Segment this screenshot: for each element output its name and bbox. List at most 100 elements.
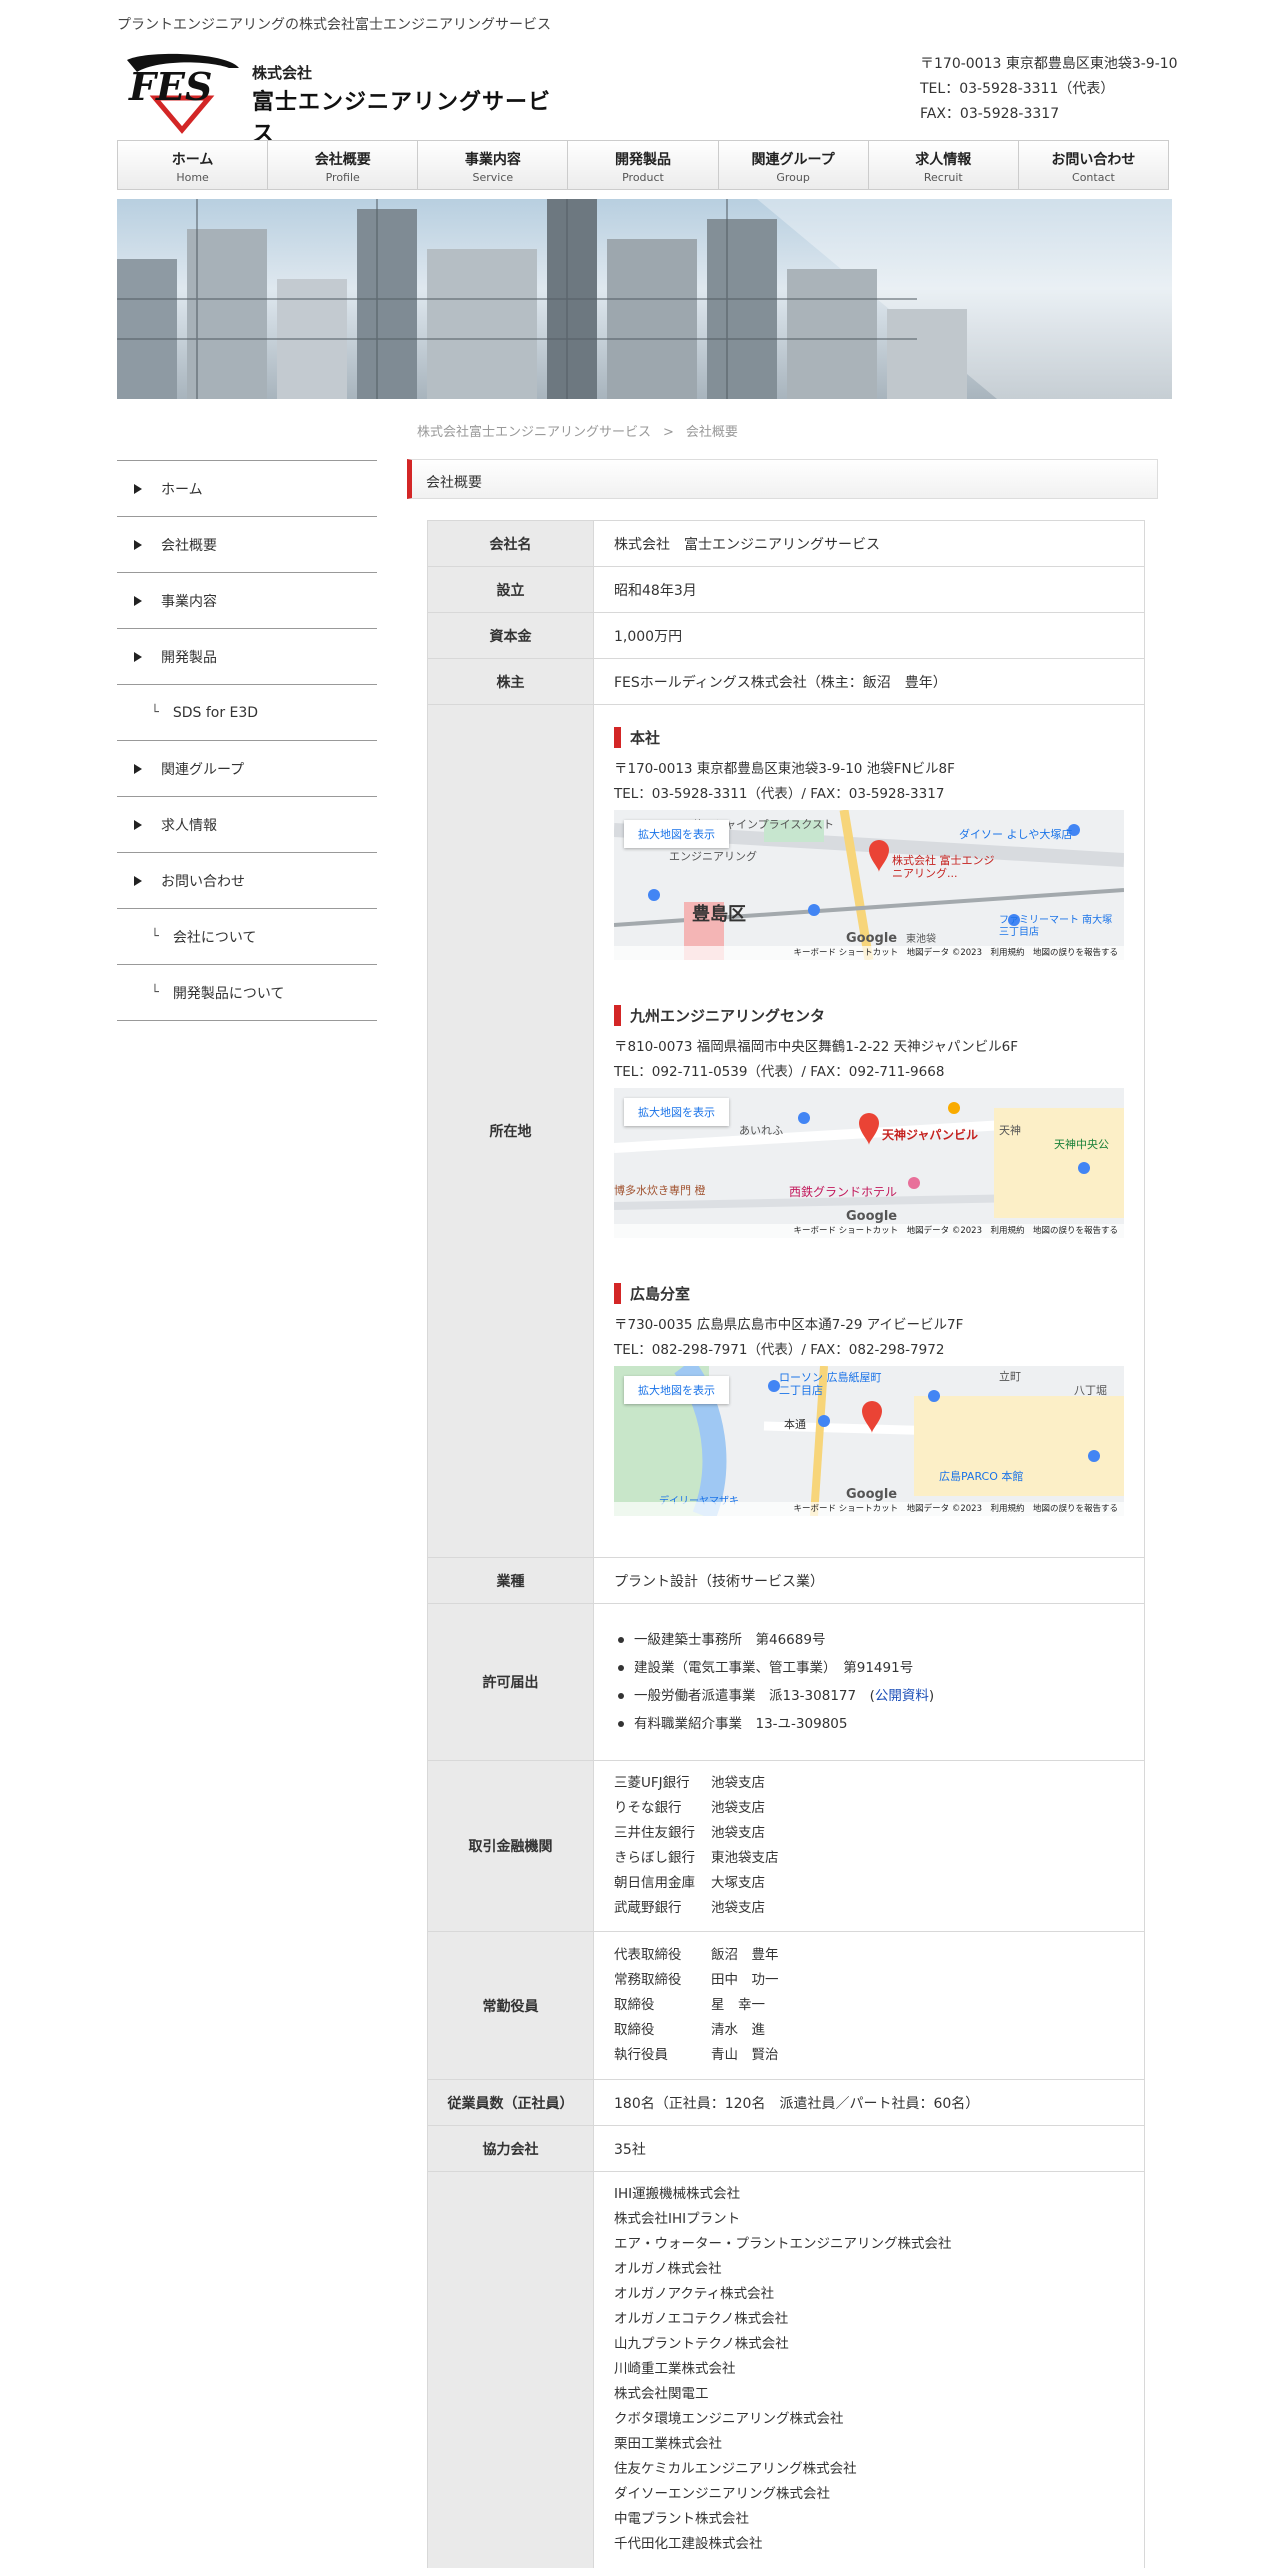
table-row: 資本金 1,000万円 — [427, 612, 1145, 659]
map-label: 立町 — [999, 1370, 1021, 1383]
company-type: 株式会社 — [252, 64, 313, 82]
row-value-offices: 本社 〒170-0013 東京都豊島区東池袋3-9-10 池袋FNビル8F TE… — [593, 704, 1145, 1558]
sidebar-item-service[interactable]: 事業内容 — [117, 573, 377, 629]
list-item: 山九プラントテクノ株式会社 — [614, 2336, 789, 2352]
list-item: 常務取締役 田中 功一 — [614, 1972, 779, 1988]
office-name: 九州エンジニアリングセンタ — [630, 1007, 826, 1025]
map-label: ダイソー よしや大塚店 — [959, 828, 1073, 841]
list-item: 中電プラント株式会社 — [614, 2511, 749, 2527]
sidebar-item-profile[interactable]: 会社概要 — [117, 517, 377, 573]
list-item: 千代田化工建設株式会社 — [614, 2536, 763, 2552]
list-item: 三菱UFJ銀行 池袋支店 — [614, 1775, 765, 1791]
map-attribution[interactable]: キーボード ショートカット 地図データ ©2023 利用規約 地図の誤りを報告す… — [614, 1502, 1124, 1516]
enlarge-map-button[interactable]: 拡大地図を表示 — [624, 1098, 729, 1126]
list-item: ダイソーエンジニアリング株式会社 — [614, 2486, 830, 2502]
office-address: 〒730-0035 広島県広島市中区本通7-29 アイビービル7F — [614, 1317, 964, 1333]
google-logo: Google — [846, 1209, 898, 1224]
row-value: 代表取締役 飯沼 豊年 常務取締役 田中 功一 取締役星 幸一 取締役 清水 進 執行… — [593, 1931, 1145, 2080]
list-item: 一般労働者派遣事業 派13-308177 (公開資料) — [614, 1682, 1124, 1710]
map-label: ファミリーマート 南大塚三丁目店 — [999, 915, 1113, 938]
triangle-right-icon — [134, 539, 142, 550]
enlarge-map-button[interactable]: 拡大地図を表示 — [624, 820, 729, 848]
table-row-officers: 常勤役員 代表取締役 飯沼 豊年 常務取締役 田中 功一 取締役星 幸一 取締役 清水… — [427, 1931, 1145, 2080]
map-label: 東池袋 — [906, 934, 936, 945]
map-label: 豊島区 — [692, 904, 746, 925]
list-item: きらぼし銀行 東池袋支店 — [614, 1850, 779, 1866]
office-kyushu: 九州エンジニアリングセンタ 〒810-0073 福岡県福岡市中央区舞鶴1-2-2… — [614, 1005, 1124, 1238]
header-address: 〒170-0013 東京都豊島区東池袋3-9-10 — [920, 56, 1178, 72]
table-row: 設立 昭和48年3月 — [427, 566, 1145, 613]
logo-letters: FES — [128, 64, 212, 109]
map-attribution[interactable]: キーボード ショートカット 地図データ ©2023 利用規約 地図の誤りを報告す… — [614, 1224, 1124, 1238]
list-item: 株式会社IHIプラント — [614, 2211, 741, 2227]
sidebar-item-about-company[interactable]: └ 会社について — [117, 909, 377, 965]
list-item: 一級建築士事務所 第46689号 — [614, 1626, 1124, 1654]
list-item: エア・ウォーター・プラントエンジニアリング株式会社 — [614, 2236, 952, 2252]
google-logo: Google — [846, 931, 898, 946]
sidebar-item-recruit[interactable]: 求人情報 — [117, 797, 377, 853]
map-embed-hiroshima[interactable]: ローソン 広島紙屋町二丁目店 本通 広島PARCO 本館 八丁堀 立町 デイリー… — [614, 1366, 1124, 1516]
public-document-link[interactable]: 公開資料 — [875, 1688, 929, 1704]
google-logo: Google — [846, 1487, 898, 1502]
sidebar-item-about-products[interactable]: └ 開発製品について — [117, 965, 377, 1021]
map-label: 博多水炊き専門 橙 — [614, 1184, 706, 1197]
company-logo[interactable]: FES 株式会社 富士エンジニアリングサービス — [117, 50, 567, 147]
sidebar-item-home[interactable]: ホーム — [117, 461, 377, 517]
office-phone: TEL：082-298-7971（代表）/ FAX：082-298-7972 — [614, 1342, 945, 1358]
row-label: 資本金 — [427, 612, 594, 659]
triangle-right-icon — [134, 763, 142, 774]
map-embed-kyushu[interactable]: 天神ジャパンビル 西鉄グランドホテル 博多水炊き専門 橙 天神中央公 あいれふ … — [614, 1088, 1124, 1238]
triangle-right-icon — [134, 875, 142, 886]
list-item: 株式会社関電工 — [614, 2386, 709, 2402]
list-item: クボタ環境エンジニアリング株式会社 — [614, 2411, 844, 2427]
row-label: 従業員数（正社員） — [427, 2079, 594, 2126]
row-label — [427, 2171, 594, 2568]
row-label: 設立 — [427, 566, 594, 613]
red-bar-icon — [614, 1005, 621, 1026]
office-hiroshima: 広島分室 〒730-0035 広島県広島市中区本通7-29 アイビービル7F T… — [614, 1283, 1124, 1516]
table-row: 会社名 株式会社 富士エンジニアリングサービス — [427, 520, 1145, 567]
nav-service[interactable]: 事業内容 Service — [418, 141, 569, 189]
row-label: 所在地 — [427, 704, 594, 1558]
page-title: 会社概要 — [407, 459, 1158, 499]
table-row: 業種 プラント設計（技術サービス業） — [427, 1557, 1145, 1604]
map-label: 株式会社 富士エンジニアリング... — [892, 854, 995, 880]
nav-recruit[interactable]: 求人情報 Recruit — [869, 141, 1019, 189]
nav-home[interactable]: ホーム Home — [118, 141, 269, 189]
nav-group[interactable]: 関連グループ Group — [719, 141, 869, 189]
sub-branch-icon: └ — [151, 929, 159, 944]
row-label: 協力会社 — [427, 2125, 594, 2172]
hero-plant-image — [117, 199, 1172, 399]
list-item: 取締役 清水 進 — [614, 2022, 765, 2038]
sidebar-item-product[interactable]: 開発製品 — [117, 629, 377, 685]
fes-logo-icon: FES — [127, 53, 239, 134]
enlarge-map-button[interactable]: 拡大地図を表示 — [624, 1376, 729, 1404]
row-label: 会社名 — [427, 520, 594, 567]
triangle-right-icon — [134, 595, 142, 606]
list-item: 武蔵野銀行 池袋支店 — [614, 1900, 765, 1916]
map-embed-head-office[interactable]: サンシャインプライスクスト エンジニアリング 株式会社 富士エンジニアリング..… — [614, 810, 1124, 960]
header-tel: TEL：03-5928-3311（代表） — [920, 81, 1115, 97]
map-attribution[interactable]: キーボード ショートカット 地図データ ©2023 利用規約 地図の誤りを報告す… — [614, 946, 1124, 960]
list-item: 朝日信用金庫 大塚支店 — [614, 1875, 765, 1891]
breadcrumb: 株式会社富士エンジニアリングサービス > 会社概要 — [417, 421, 738, 440]
table-row: 協力会社 35社 — [427, 2125, 1145, 2172]
page: プラントエンジニアリングの株式会社富士エンジニアリングサービス FES 株式会社… — [0, 0, 1284, 2568]
sidebar-item-sds-e3d[interactable]: └ SDS for E3D — [117, 685, 377, 741]
nav-contact[interactable]: お問い合わせ Contact — [1019, 141, 1168, 189]
nav-profile[interactable]: 会社概要 Profile — [268, 141, 419, 189]
header-fax: FAX：03-5928-3317 — [920, 106, 1060, 122]
row-label: 常勤役員 — [427, 1931, 594, 2080]
list-item: 川崎重工業株式会社 — [614, 2361, 736, 2377]
list-item: 住友ケミカルエンジニアリング株式会社 — [614, 2461, 857, 2477]
table-row: 従業員数（正社員） 180名（正社員：120名 派遣社員／パート社員：60名） — [427, 2079, 1145, 2126]
table-row-banks: 取引金融機関 三菱UFJ銀行 池袋支店 りそな銀行 池袋支店 三井住友銀行 池袋支店 … — [427, 1760, 1145, 1932]
site-tagline: プラントエンジニアリングの株式会社富士エンジニアリングサービス — [117, 17, 551, 33]
nav-product[interactable]: 開発製品 Product — [568, 141, 719, 189]
map-label: 広島PARCO 本館 — [939, 1470, 1024, 1483]
sidebar-item-contact[interactable]: お問い合わせ — [117, 853, 377, 909]
breadcrumb-home[interactable]: 株式会社富士エンジニアリングサービス — [417, 425, 651, 440]
triangle-right-icon — [134, 819, 142, 830]
row-label: 業種 — [427, 1557, 594, 1604]
sidebar-item-group[interactable]: 関連グループ — [117, 741, 377, 797]
